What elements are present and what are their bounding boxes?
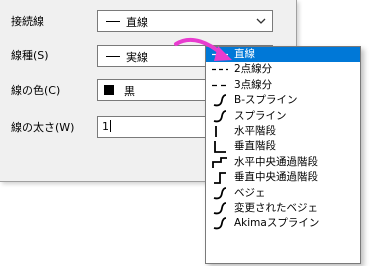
line-type-value: 実線 [126, 51, 148, 64]
dropdown-option-spline[interactable]: スプライン [206, 109, 360, 124]
modified-bezier-icon [213, 202, 227, 215]
dropdown-option-modified-bezier[interactable]: 変更されたベジェ [206, 201, 360, 216]
bezier-icon [213, 186, 227, 199]
connection-dropdown-list[interactable]: 直線 2点線分 3点線分 B-スプライン スプライン 水平階段 垂直階段 水平中… [205, 46, 361, 264]
horizontal-step-icon [215, 125, 217, 137]
dropdown-option-bezier[interactable]: ベジェ [206, 186, 360, 201]
line-width-value: 1 [102, 120, 111, 133]
akima-spline-icon [213, 217, 227, 230]
annotation-arrow-icon [174, 37, 232, 61]
line-color-combo[interactable]: 黒 [97, 79, 217, 101]
three-point-segment-icon [212, 84, 228, 86]
dropdown-option-vertical-step[interactable]: 垂直階段 [206, 139, 360, 154]
chevron-down-icon[interactable] [256, 16, 266, 26]
dropdown-option-vertical-center-step[interactable]: 垂直中央通過階段 [206, 170, 360, 185]
connection-value: 直線 [126, 16, 148, 29]
vertical-step-icon [214, 141, 226, 154]
line-type-label: 線種(S) [11, 49, 49, 62]
straight-line-icon [106, 21, 120, 22]
dropdown-option-horizontal-step[interactable]: 水平階段 [206, 124, 360, 139]
line-color-label: 線の色(C) [11, 84, 61, 97]
text-caret [110, 120, 111, 132]
line-width-label: 線の太さ(W) [11, 121, 75, 134]
solid-line-icon [106, 56, 120, 57]
line-width-field[interactable]: 1 [97, 116, 217, 138]
spline-icon [213, 109, 227, 122]
dropdown-option-three-point[interactable]: 3点線分 [206, 78, 360, 93]
dropdown-option-b-spline[interactable]: B-スプライン [206, 93, 360, 108]
vertical-center-step-icon [214, 172, 226, 185]
dropdown-option-horizontal-center-step[interactable]: 水平中央通過階段 [206, 155, 360, 170]
b-spline-icon [213, 94, 227, 107]
line-color-value: 黒 [124, 85, 135, 98]
horizontal-center-step-icon [212, 156, 227, 168]
dropdown-option-akima-spline[interactable]: Akimaスプライン [206, 216, 360, 231]
color-swatch-icon [104, 85, 114, 95]
connection-label: 接続線 [11, 15, 44, 28]
